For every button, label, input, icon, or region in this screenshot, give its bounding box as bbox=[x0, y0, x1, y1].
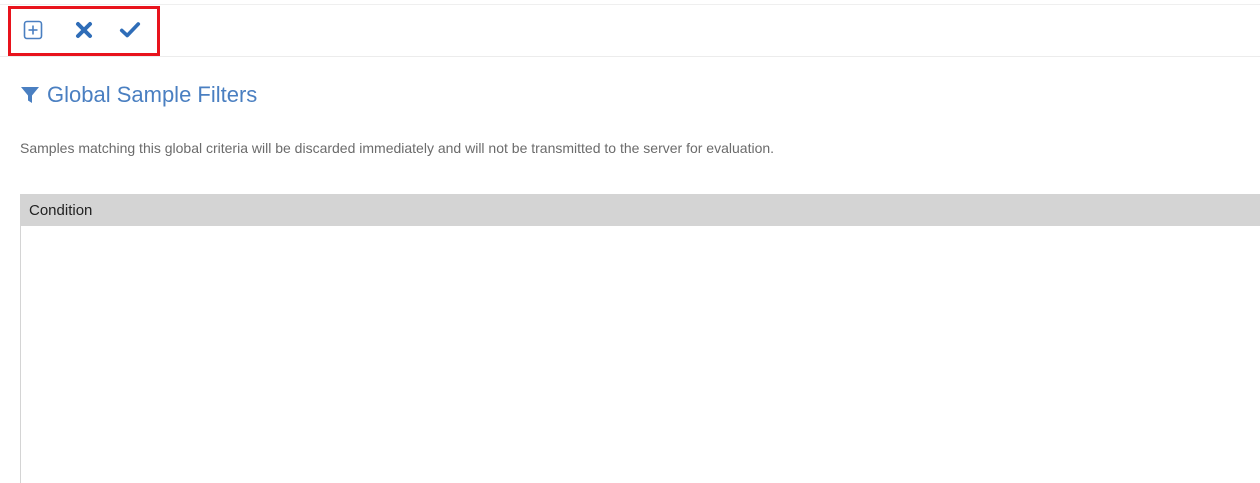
page-title-text: Global Sample Filters bbox=[47, 82, 258, 107]
table-body bbox=[21, 226, 1260, 483]
confirm-button[interactable] bbox=[119, 19, 141, 41]
conditions-table: Condition bbox=[20, 194, 1260, 483]
page-description: Samples matching this global criteria wi… bbox=[20, 140, 775, 156]
page-title: Global Sample Filters bbox=[20, 80, 257, 110]
checkmark-icon bbox=[119, 22, 141, 38]
add-condition-button[interactable] bbox=[22, 19, 44, 41]
plus-square-icon bbox=[23, 20, 43, 40]
table-header: Condition bbox=[21, 194, 1260, 226]
page: Global Sample Filters Samples matching t… bbox=[0, 0, 1260, 483]
close-icon bbox=[76, 22, 92, 38]
filter-icon bbox=[20, 85, 40, 105]
cancel-button[interactable] bbox=[73, 19, 95, 41]
toolbar bbox=[0, 5, 1260, 57]
column-header-condition[interactable]: Condition bbox=[29, 202, 92, 219]
